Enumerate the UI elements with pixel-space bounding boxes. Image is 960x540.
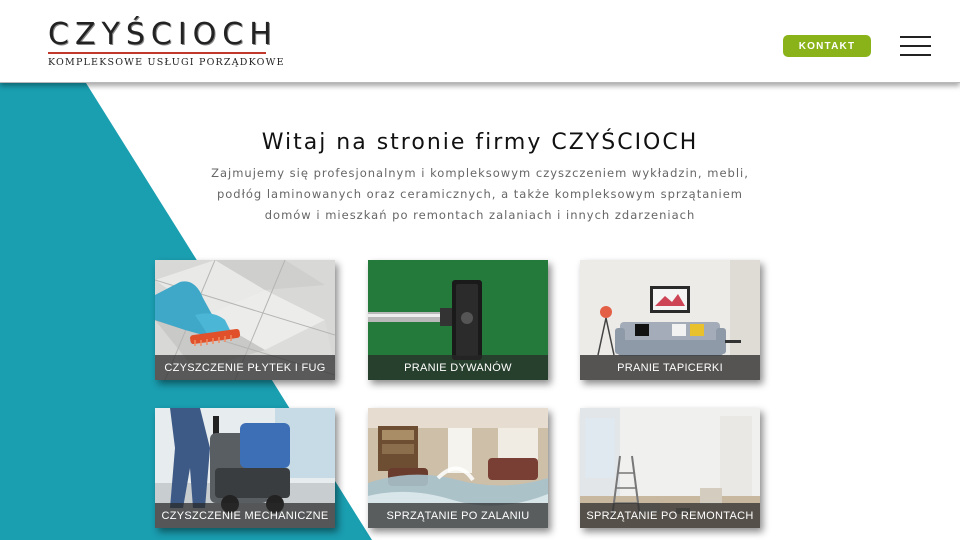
service-tile-upholstery[interactable]: PRANIE TAPICERKI: [580, 260, 760, 380]
service-label: SPRZĄTANIE PO REMONTACH: [580, 503, 760, 528]
service-label: PRANIE DYWANÓW: [368, 355, 548, 380]
page-title: Witaj na stronie firmy CZYŚCIOCH: [261, 130, 699, 155]
intro-line: Zajmujemy się profesjonalnym i komplekso…: [211, 166, 749, 180]
service-label: CZYSZCZENIE PŁYTEK I FUG: [155, 355, 335, 380]
service-tile-flood[interactable]: SPRZĄTANIE PO ZALANIU: [368, 408, 548, 528]
logo-title: CZYŚCIOCH: [48, 17, 278, 52]
hamburger-menu-icon[interactable]: [900, 36, 931, 57]
service-tile-mechanical[interactable]: CZYSZCZENIE MECHANICZNE: [155, 408, 335, 528]
site-header: CZYŚCIOCH KOMPLEKSOWE USŁUGI PORZĄDKOWE …: [0, 0, 960, 83]
intro-line: domów i mieszkań po remontach zalaniach …: [264, 208, 696, 222]
service-label: PRANIE TAPICERKI: [580, 355, 760, 380]
service-label: CZYSZCZENIE MECHANICZNE: [155, 503, 335, 528]
contact-button[interactable]: KONTAKT: [783, 35, 871, 57]
logo-underline: [48, 52, 266, 54]
logo[interactable]: CZYŚCIOCH KOMPLEKSOWE USŁUGI PORZĄDKOWE: [48, 17, 285, 68]
service-label: SPRZĄTANIE PO ZALANIU: [368, 503, 548, 528]
service-tile-renovation[interactable]: SPRZĄTANIE PO REMONTACH: [580, 408, 760, 528]
logo-subtitle: KOMPLEKSOWE USŁUGI PORZĄDKOWE: [48, 57, 285, 68]
intro-description: Zajmujemy się profesjonalnym i komplekso…: [180, 163, 780, 226]
service-tile-tiles-grout[interactable]: CZYSZCZENIE PŁYTEK I FUG: [155, 260, 335, 380]
intro-section: Witaj na stronie firmy CZYŚCIOCH Zajmuje…: [180, 128, 780, 226]
intro-line: podłóg laminowanych oraz ceramicznych, a…: [216, 187, 744, 201]
service-tile-carpets[interactable]: PRANIE DYWANÓW: [368, 260, 548, 380]
